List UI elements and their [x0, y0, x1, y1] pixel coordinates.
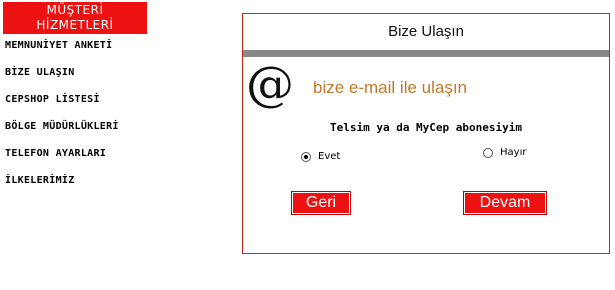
sidebar-item-ilkelerimiz[interactable]: İLKELERİMİZ	[5, 175, 119, 202]
radio-hayir[interactable]: Hayır	[483, 147, 526, 158]
sidebar-header-line1: MÜŞTERİ	[46, 3, 104, 17]
at-sign-icon: @	[246, 60, 294, 110]
contact-panel: Bize Ulaşın @ bize e-mail ile ulaşın Tel…	[242, 13, 610, 254]
svg-text:@: @	[246, 60, 294, 110]
sidebar-header: MÜŞTERİ HİZMETLERİ	[3, 2, 147, 34]
sidebar-header-line2: HİZMETLERİ	[36, 18, 114, 32]
sidebar-item-memnuniyet-anketi[interactable]: MEMNUNİYET ANKETİ	[5, 40, 119, 67]
subscriber-question: Telsim ya da MyCep abonesiyim	[329, 121, 523, 134]
sidebar-item-cepshop-listesi[interactable]: CEPSHOP LİSTESİ	[5, 94, 119, 121]
radio-evet[interactable]: Evet	[301, 151, 340, 162]
email-heading[interactable]: bize e-mail ile ulaşın	[313, 78, 467, 98]
next-button[interactable]: Devam	[463, 191, 547, 215]
sidebar-item-telefon-ayarlari[interactable]: TELEFON AYARLARI	[5, 148, 119, 175]
panel-divider	[243, 50, 609, 57]
radio-hayir-circle[interactable]	[483, 147, 493, 158]
back-button[interactable]: Geri	[291, 191, 351, 215]
sidebar-nav: MEMNUNİYET ANKETİ BİZE ULAŞIN CEPSHOP Lİ…	[5, 40, 119, 202]
radio-evet-circle[interactable]	[301, 151, 311, 162]
sidebar-item-bolge-mudurlukleri[interactable]: BÖLGE MÜDÜRLÜKLERİ	[5, 121, 119, 148]
radio-hayir-label: Hayır	[500, 147, 527, 158]
sidebar-item-bize-ulasin[interactable]: BİZE ULAŞIN	[5, 67, 119, 94]
panel-title: Bize Ulaşın	[388, 23, 464, 40]
radio-evet-label: Evet	[318, 151, 341, 162]
